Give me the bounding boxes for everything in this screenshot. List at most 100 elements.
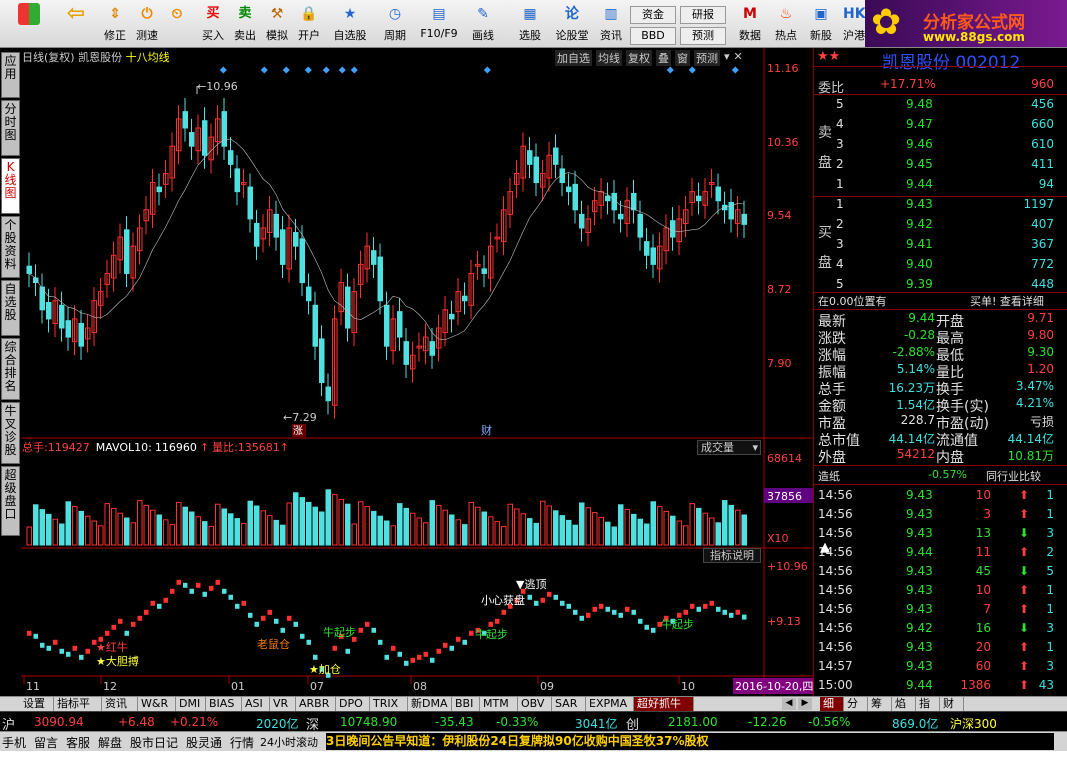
hotspot-button[interactable]: ♨ 热点 (770, 2, 802, 46)
simulate-button[interactable]: ⚒ 模拟 (262, 2, 292, 46)
quote-panel-tab[interactable]: 筹 (868, 697, 892, 711)
indicator-tab[interactable]: ASI (242, 697, 270, 711)
draw-line-button[interactable]: ✎ 画线 (465, 2, 501, 46)
signal-label: ★加仓 (309, 662, 341, 676)
quote-panel-tab[interactable]: 分 (844, 697, 868, 711)
indicator-tab[interactable]: 设置 (20, 697, 54, 711)
forecast-button[interactable]: 预测 (680, 27, 726, 45)
industry-compare-button[interactable]: 同行业比较 (986, 468, 1041, 484)
open-account-button[interactable]: 🔒 开户 (294, 2, 324, 46)
status-item[interactable]: 股市日记 (130, 734, 178, 751)
news-headline: 3日晚间公告早知道：伊利股份24日复牌拟90亿收购中国圣牧37%股权 (326, 734, 709, 748)
ma-button[interactable]: 均线 (596, 50, 622, 66)
data-button[interactable]: M 数据 (735, 2, 765, 46)
indicator-help-button[interactable]: 指标说明 (703, 548, 761, 563)
indicator-tab[interactable]: EXPMA (586, 697, 634, 711)
event-label-finance[interactable]: 财 (481, 423, 492, 437)
news-button[interactable]: ▥ 资讯 (596, 2, 626, 46)
indicator-tab[interactable]: BBI (452, 697, 480, 711)
add-watchlist-button[interactable]: 加自选 (555, 50, 592, 66)
volume-bar (670, 515, 676, 546)
speed-test-button[interactable]: ⏻ 测速 (132, 2, 162, 46)
order-detail-link[interactable]: 买单! 查看详细 (970, 293, 1044, 309)
close-icon[interactable]: ✕ (734, 50, 743, 66)
next-arrow-icon[interactable]: ▶ (798, 698, 812, 710)
home-button[interactable] (14, 2, 44, 46)
research-button[interactable]: 研报 (680, 6, 726, 24)
candle-body (306, 286, 312, 302)
event-diamond (282, 66, 290, 74)
buy-button[interactable]: 买买入 (198, 2, 228, 46)
indicator-tab[interactable]: BIAS (206, 697, 242, 711)
sell-button[interactable]: 卖卖出 (230, 2, 260, 46)
window-button[interactable]: 窗 (675, 50, 690, 66)
indicator-tab[interactable]: 资讯 (102, 697, 138, 711)
indicator-tab[interactable]: DMI (176, 697, 206, 711)
tab-timeshare[interactable]: 分时图 (1, 100, 20, 156)
funds-button[interactable]: 资金 (630, 6, 676, 24)
indicator-tab[interactable]: OBV (518, 697, 552, 711)
event-label-rise[interactable]: 涨 (293, 425, 303, 437)
predict-button[interactable]: 预测 (694, 50, 720, 66)
indicator-tab[interactable]: MTM (480, 697, 518, 711)
indicator-tab[interactable]: DPO (336, 697, 370, 711)
status-item[interactable]: 股灵通 (186, 734, 222, 751)
indicator-tab[interactable]: VR (270, 697, 296, 711)
volume-bar (663, 510, 669, 546)
volume-indicator-select[interactable]: 成交量 ▾ (697, 440, 761, 455)
volume-bar (442, 509, 448, 546)
indicator-tab[interactable]: ARBR (296, 697, 336, 711)
quote-panel-tab[interactable]: 指 (916, 697, 940, 711)
kline-chart-area[interactable]: 11.16 10.36 9.54 8.72 7.90 ←10.96 ←7.29 … (21, 48, 813, 696)
clock-button[interactable]: ⏲ (162, 2, 192, 46)
period-button[interactable]: ◷ 周期 (375, 2, 415, 46)
quote-panel-tab[interactable]: 财 (940, 697, 964, 711)
forum-button[interactable]: 论论股堂 (552, 2, 592, 46)
quote-panel-tab[interactable]: 焰 (892, 697, 916, 711)
tab-profile[interactable]: 个股资料 (1, 216, 20, 278)
modify-button[interactable]: ⇕ 修正 (98, 2, 132, 46)
stock-picker-button[interactable]: ▦ 选股 (512, 2, 548, 46)
prev-arrow-icon[interactable]: ◀ (782, 698, 796, 710)
indicator-tab[interactable]: 超好抓牛 (634, 697, 694, 711)
indicator-tab[interactable]: 指标平台 (54, 697, 102, 724)
volume-bar (397, 503, 403, 546)
status-item[interactable]: 客服 (66, 734, 90, 751)
tab-apps[interactable]: 应用 (1, 52, 20, 98)
tab-diagnosis[interactable]: 牛叉诊股 (1, 402, 20, 464)
tab-ranking[interactable]: 综合排名 (1, 338, 20, 400)
bbd-button[interactable]: BBD (630, 27, 676, 45)
watchlist-button[interactable]: ★ 自选股 (330, 2, 370, 46)
kline-chart-svg[interactable]: 11.16 10.36 9.54 8.72 7.90 ←10.96 ←7.29 … (21, 48, 813, 696)
back-button[interactable]: ⇦ (62, 2, 90, 46)
adjust-button[interactable]: 复权 (626, 50, 652, 66)
quote-panel-tab[interactable]: 细 (820, 697, 844, 711)
status-item[interactable]: 24小时滚动 (260, 734, 318, 750)
indicator-tab[interactable]: 新DMA (408, 697, 452, 711)
indicator-tab[interactable]: SAR (552, 697, 586, 711)
hk-connect-button[interactable]: HK 沪港 (840, 2, 868, 46)
status-item[interactable]: 行情 (230, 734, 254, 751)
chevron-down-icon: ▾ (752, 441, 758, 454)
tab-order-book[interactable]: 超级盘口 (1, 466, 20, 536)
volume-bar (468, 501, 474, 546)
news-scroller[interactable]: 3日晚间公告早知道：伊利股份24日复牌拟90亿收购中国圣牧37%股权 (326, 733, 1054, 750)
status-item[interactable]: 解盘 (98, 734, 122, 751)
status-item[interactable]: 手机 (2, 734, 26, 751)
overlay-button[interactable]: 叠 (656, 50, 671, 66)
f10-button[interactable]: ▤ F10/F9 (418, 2, 460, 46)
month-label: 10 (681, 680, 695, 693)
indicator-mark (176, 579, 181, 585)
volume-bar (696, 507, 702, 546)
new-stock-button[interactable]: ▣ 新股 (805, 2, 837, 46)
indicator-tab[interactable]: W&R (138, 697, 176, 711)
indicator-mark (150, 600, 155, 606)
candle-body (78, 322, 84, 347)
favorite-stars-icon[interactable]: ★★ (817, 49, 840, 64)
sector-name[interactable]: 造纸 (818, 468, 840, 484)
menu-dropdown-icon[interactable]: ▾ (724, 50, 730, 66)
status-item[interactable]: 留言 (34, 734, 58, 751)
tab-watchlist[interactable]: 自选股 (1, 280, 20, 336)
indicator-tab[interactable]: TRIX (370, 697, 408, 711)
tab-kline[interactable]: K线图 (1, 158, 20, 214)
